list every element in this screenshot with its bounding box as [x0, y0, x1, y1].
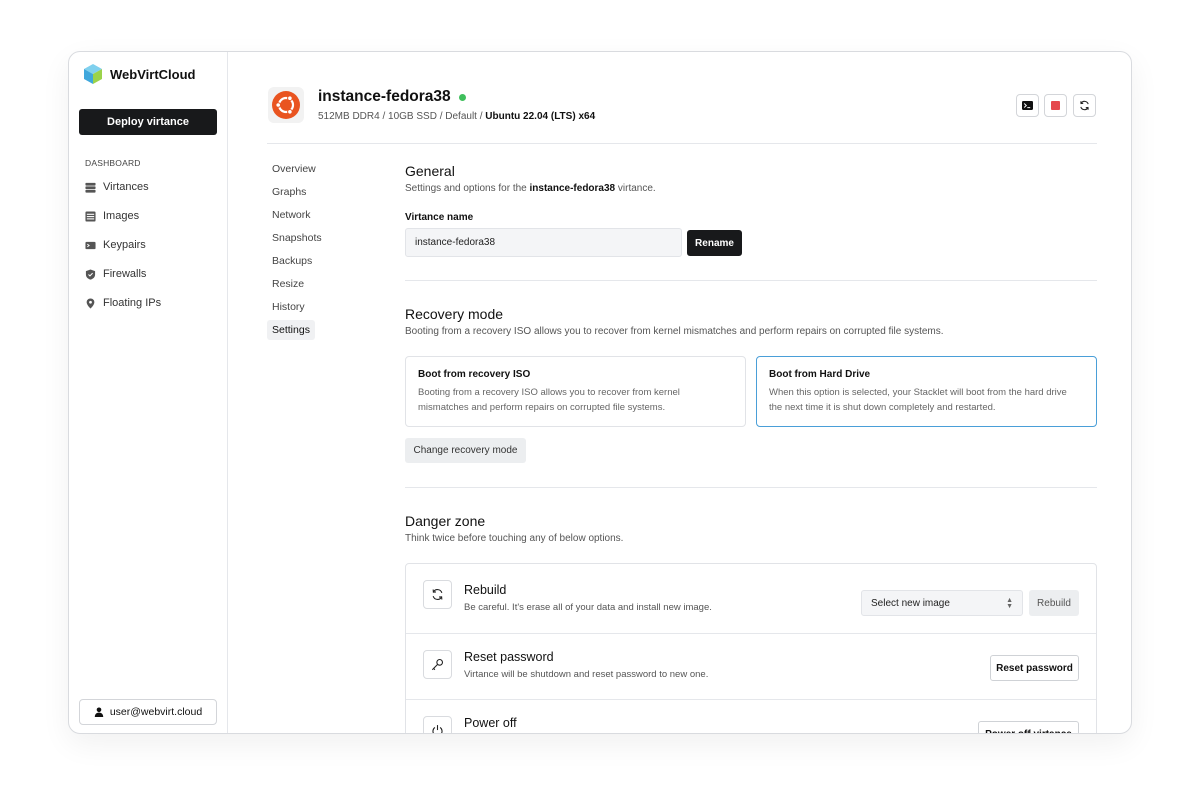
sidebar-item-virtances[interactable]: Virtances — [85, 181, 149, 193]
sidebar-item-label: Firewalls — [103, 268, 147, 280]
boot-recovery-iso-option[interactable]: Boot from recovery ISO Booting from a re… — [405, 356, 746, 427]
user-icon — [94, 707, 104, 717]
images-icon — [85, 210, 96, 222]
instance-name: instance-fedora38 — [318, 88, 451, 105]
rebuild-icon-box — [423, 580, 452, 609]
subnav-backups[interactable]: Backups — [272, 255, 312, 267]
sidebar-item-label: Floating IPs — [103, 297, 162, 309]
brand[interactable]: WebVirtCloud — [83, 63, 195, 85]
restart-button[interactable] — [1073, 94, 1096, 117]
terminal-icon — [1022, 101, 1033, 110]
reset-password-description: Virtance will be shutdown and reset pass… — [464, 669, 709, 680]
brand-name: WebVirtCloud — [110, 66, 196, 82]
rebuild-button[interactable]: Rebuild — [1029, 590, 1079, 616]
subnav-history[interactable]: History — [272, 301, 305, 313]
change-recovery-mode-button[interactable]: Change recovery mode — [405, 438, 526, 463]
subnav-network[interactable]: Network — [272, 209, 311, 221]
subnav-graphs[interactable]: Graphs — [272, 186, 306, 198]
instance-specs: 512MB DDR4 / 10GB SSD / Default / — [318, 111, 486, 122]
image-select-value: Select new image — [871, 597, 950, 609]
subnav-settings[interactable]: Settings — [267, 320, 315, 340]
power-off-title: Power off — [464, 716, 517, 730]
sidebar-item-label: Virtances — [103, 181, 149, 193]
deploy-virtance-button[interactable]: Deploy virtance — [79, 109, 217, 135]
main-content: instance-fedora38 512MB DDR4 / 10GB SSD … — [229, 52, 1131, 733]
instance-os: Ubuntu 22.04 (LTS) x64 — [485, 111, 596, 122]
reset-password-button[interactable]: Reset password — [990, 655, 1079, 681]
general-desc-name: instance-fedora38 — [529, 183, 616, 194]
sidebar-item-keypairs[interactable]: Keypairs — [85, 239, 146, 251]
virtance-name-input[interactable] — [405, 228, 682, 257]
reset-password-title: Reset password — [464, 650, 554, 664]
subnav-snapshots[interactable]: Snapshots — [272, 232, 322, 244]
general-desc-prefix: Settings and options for the — [405, 183, 530, 194]
subnav-resize[interactable]: Resize — [272, 278, 304, 290]
option-desc-line: Booting from a recovery ISO allows you t… — [418, 387, 680, 398]
danger-description: Think twice before touching any of below… — [405, 533, 624, 544]
power-off-icon-box — [423, 716, 452, 733]
subnav-overview[interactable]: Overview — [272, 163, 316, 175]
option-title: Boot from recovery ISO — [418, 369, 531, 380]
rebuild-description: Be careful. It's erase all of your data … — [464, 602, 712, 613]
console-button[interactable] — [1016, 94, 1039, 117]
rebuild-title: Rebuild — [464, 583, 507, 597]
reset-password-row: Reset password Virtance will be shutdown… — [406, 634, 1096, 700]
power-icon — [432, 725, 443, 733]
option-desc-line: When this option is selected, your Stack… — [769, 387, 1067, 398]
stop-icon — [1051, 101, 1060, 110]
reset-password-icon-box — [423, 650, 452, 679]
recovery-title: Recovery mode — [405, 306, 504, 322]
select-chevrons-icon: ▲ ▼ — [1006, 597, 1013, 610]
user-email: user@webvirt.cloud — [109, 706, 203, 718]
refresh-icon — [1080, 100, 1089, 111]
section-divider — [405, 487, 1097, 488]
app-window: WebVirtCloud Deploy virtance DASHBOARD V… — [68, 51, 1132, 734]
status-indicator — [458, 93, 466, 101]
server-icon — [85, 182, 96, 193]
stop-button[interactable] — [1044, 94, 1067, 117]
sidebar-item-images[interactable]: Images — [85, 210, 139, 222]
general-title: General — [405, 163, 455, 179]
power-off-button[interactable]: Power off virtance — [978, 721, 1079, 733]
sidebar-heading: DASHBOARD — [85, 158, 141, 168]
cube-logo-icon — [84, 64, 102, 84]
key-icon — [431, 658, 444, 671]
sidebar: WebVirtCloud Deploy virtance DASHBOARD V… — [69, 52, 228, 733]
general-description: Settings and options for the instance-fe… — [405, 183, 656, 194]
boot-hard-drive-option[interactable]: Boot from Hard Drive When this option is… — [756, 356, 1097, 427]
instance-title: instance-fedora38 — [318, 88, 466, 106]
general-desc-suffix: virtance. — [615, 183, 656, 194]
shield-icon — [85, 268, 96, 280]
sidebar-item-label: Images — [103, 210, 140, 222]
option-title: Boot from Hard Drive — [769, 369, 871, 380]
rename-button[interactable]: Rename — [687, 230, 742, 256]
keypair-icon — [85, 241, 96, 249]
danger-title: Danger zone — [405, 513, 486, 529]
danger-zone-panel: Rebuild Be careful. It's erase all of yo… — [405, 563, 1097, 733]
image-select[interactable]: Select new image ▲ ▼ — [861, 590, 1023, 616]
ubuntu-icon — [272, 91, 300, 119]
instance-meta: 512MB DDR4 / 10GB SSD / Default / Ubuntu… — [318, 111, 595, 122]
sidebar-item-floating-ips[interactable]: Floating IPs — [85, 297, 161, 309]
option-desc-line: mismatches and perform repairs on corrup… — [418, 402, 666, 413]
option-desc-line: the next time it is shut down completely… — [769, 402, 996, 413]
os-logo — [268, 87, 304, 123]
rebuild-row: Rebuild Be careful. It's erase all of yo… — [406, 564, 1096, 634]
rebuild-icon — [432, 589, 443, 600]
user-account-button[interactable]: user@webvirt.cloud — [79, 699, 217, 725]
section-divider — [405, 280, 1097, 281]
sidebar-item-firewalls[interactable]: Firewalls — [85, 268, 146, 280]
header-divider — [267, 143, 1097, 144]
location-pin-icon — [86, 297, 95, 309]
recovery-description: Booting from a recovery ISO allows you t… — [405, 326, 944, 337]
power-off-row: Power off Power off virtance — [406, 700, 1096, 733]
sidebar-item-label: Keypairs — [103, 239, 146, 251]
virtance-name-label: Virtance name — [405, 212, 474, 223]
